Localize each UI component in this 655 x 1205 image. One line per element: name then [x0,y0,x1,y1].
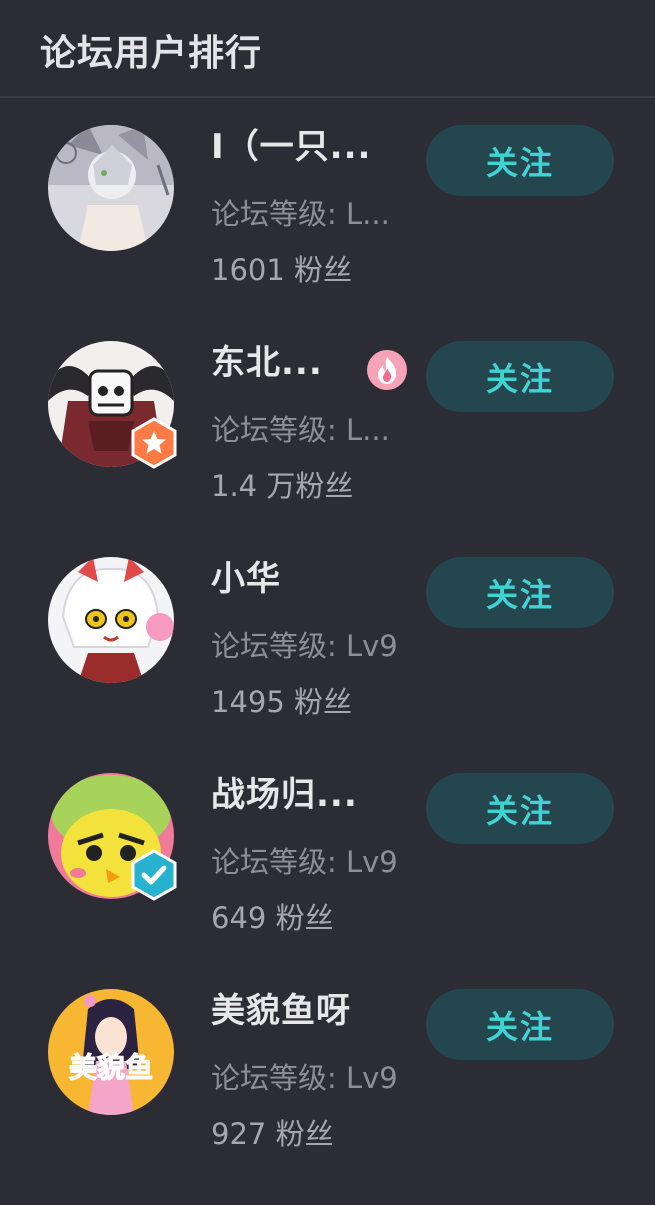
panel-title: 论坛用户排行 [40,33,263,74]
user-fans-count: 1601 粉丝 [211,253,353,287]
follow-button[interactable]: 关注 [426,773,614,844]
title-divider [0,96,655,98]
user-name[interactable]: I（一只... [211,119,371,168]
avatar[interactable] [48,557,174,683]
user-name[interactable]: 小华 [211,551,281,600]
follow-button[interactable]: 关注 [426,989,614,1060]
follow-button[interactable]: 关注 [426,341,614,412]
user-fans-count: 1495 粉丝 [211,685,353,719]
follow-button[interactable]: 关注 [426,125,614,196]
user-forum-level: 论坛等级: Lv9 [211,629,398,663]
user-fans-count: 1.4 万粉丝 [211,469,354,503]
star-badge-icon [131,417,177,469]
flame-icon [367,350,407,390]
user-name[interactable]: 东北... [211,335,323,384]
user-row[interactable]: 美貌鱼 美貌鱼呀 论坛等级: Lv9 927 粉丝 关注 [0,989,655,1205]
user-row[interactable]: 战场归... 论坛等级: Lv9 649 粉丝 关注 [0,773,655,989]
user-forum-level: 论坛等级: Lv9 [211,845,398,879]
avatar[interactable] [48,125,174,251]
forum-user-ranking-panel: 论坛用户排行 I（一只... 论坛等级: L... 1601 粉丝 关注 东北.… [0,0,655,1156]
avatar[interactable]: 美貌鱼 [48,989,174,1115]
user-row[interactable]: I（一只... 论坛等级: L... 1601 粉丝 关注 [0,125,655,341]
verified-badge-icon [131,849,177,901]
user-row[interactable]: 东北... 论坛等级: L... 1.4 万粉丝 关注 [0,341,655,557]
user-fans-count: 927 粉丝 [211,1117,334,1151]
user-forum-level: 论坛等级: L... [211,413,390,447]
user-forum-level: 论坛等级: Lv9 [211,1061,398,1095]
user-name[interactable]: 美貌鱼呀 [211,983,351,1032]
user-fans-count: 649 粉丝 [211,901,334,935]
user-row[interactable]: 小华 论坛等级: Lv9 1495 粉丝 关注 [0,557,655,773]
follow-button[interactable]: 关注 [426,557,614,628]
user-forum-level: 论坛等级: L... [211,197,390,231]
avatar-watermark-text: 美貌鱼 [69,1051,153,1084]
user-name[interactable]: 战场归... [211,767,358,816]
